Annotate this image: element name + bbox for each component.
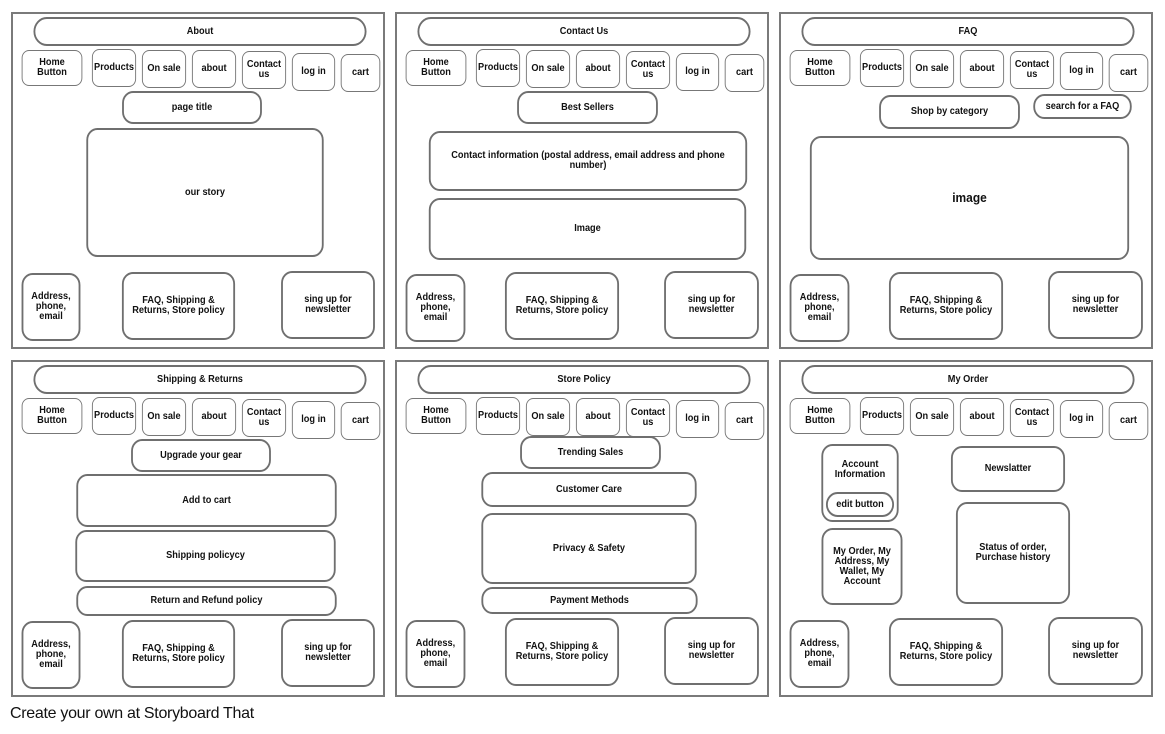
nav-about[interactable]: about [959, 398, 1005, 436]
panel-store-policy: Store Policy Home Button Products On sal… [395, 360, 769, 697]
nav-on-sale[interactable]: On sale [909, 50, 955, 88]
nav-home-button[interactable]: Home Button [789, 50, 851, 86]
nav-about[interactable]: about [191, 50, 237, 88]
payment-methods-box: Payment Methods [481, 587, 698, 614]
customer-care-box: Customer Care [481, 472, 697, 507]
page-header-title: My Order [801, 365, 1135, 394]
upgrade-gear-box[interactable]: Upgrade your gear [131, 439, 271, 472]
best-sellers-box[interactable]: Best Sellers [517, 91, 658, 124]
nav-home-button[interactable]: Home Button [21, 50, 83, 86]
add-to-cart-box[interactable]: Add to cart [76, 474, 337, 527]
account-links-box[interactable]: My Order, My Address, My Wallet, My Acco… [821, 528, 903, 605]
page-header-title: Shipping & Returns [33, 365, 367, 394]
newsletter-box[interactable]: Newslatter [950, 446, 1066, 492]
nav-contact-us[interactable]: Contact us [1009, 51, 1055, 89]
nav-contact-us[interactable]: Contact us [1009, 399, 1055, 437]
nav-home-button[interactable]: Home Button [405, 50, 467, 86]
storyboard-credit-link[interactable]: Create your own at Storyboard That [10, 705, 254, 723]
newsletter-signup-box[interactable]: sing up for newsletter [281, 271, 375, 339]
footer-links-box[interactable]: FAQ, Shipping & Returns, Store policy [121, 272, 236, 340]
nav-about[interactable]: about [959, 50, 1005, 88]
nav-products[interactable]: Products [475, 397, 521, 435]
account-information-label: Account Information [834, 459, 886, 480]
panel-contact-us: Contact Us Home Button Products On sale … [395, 12, 769, 349]
edit-button[interactable]: edit button [825, 492, 895, 517]
nav-cart[interactable]: cart [1108, 402, 1149, 440]
newsletter-signup-box[interactable]: sing up for newsletter [281, 619, 375, 687]
footer-links-box[interactable]: FAQ, Shipping & Returns, Store policy [504, 618, 620, 686]
return-refund-policy-box: Return and Refund policy [76, 586, 337, 616]
nav-products[interactable]: Products [91, 397, 137, 435]
nav-log-in[interactable]: log in [675, 53, 720, 91]
nav-log-in[interactable]: log in [1059, 52, 1104, 90]
nav-about[interactable]: about [191, 398, 237, 436]
image-placeholder: Image [428, 198, 747, 260]
shop-by-category-box[interactable]: Shop by category [879, 95, 1020, 129]
nav-contact-us[interactable]: Contact us [241, 399, 287, 437]
nav-products[interactable]: Products [859, 397, 905, 435]
footer-contact-box: Address, phone, email [21, 273, 81, 341]
image-placeholder: image [809, 136, 1130, 260]
footer-links-box[interactable]: FAQ, Shipping & Returns, Store policy [504, 272, 620, 340]
search-faq-box[interactable]: search for a FAQ [1033, 94, 1132, 119]
panel-shipping-returns: Shipping & Returns Home Button Products … [11, 360, 385, 697]
nav-cart[interactable]: cart [724, 54, 765, 92]
nav-on-sale[interactable]: On sale [525, 398, 571, 436]
nav-contact-us[interactable]: Contact us [625, 399, 671, 437]
nav-about[interactable]: about [575, 398, 621, 436]
panel-about: About Home Button Products On sale about… [11, 12, 385, 349]
panel-my-order: My Order Home Button Products On sale ab… [779, 360, 1153, 697]
nav-cart[interactable]: cart [724, 402, 765, 440]
nav-log-in[interactable]: log in [1059, 400, 1104, 438]
footer-contact-box: Address, phone, email [405, 274, 466, 342]
nav-cart[interactable]: cart [1108, 54, 1149, 92]
nav-products[interactable]: Products [91, 49, 137, 87]
nav-home-button[interactable]: Home Button [21, 398, 83, 434]
footer-contact-box: Address, phone, email [405, 620, 466, 688]
newsletter-signup-box[interactable]: sing up for newsletter [664, 271, 759, 339]
nav-contact-us[interactable]: Contact us [241, 51, 287, 89]
footer-links-box[interactable]: FAQ, Shipping & Returns, Store policy [121, 620, 236, 688]
privacy-safety-box: Privacy & Safety [481, 513, 697, 584]
nav-about[interactable]: about [575, 50, 621, 88]
nav-products[interactable]: Products [859, 49, 905, 87]
page-header-title: Contact Us [417, 17, 751, 46]
shipping-policy-box: Shipping policycy [75, 530, 336, 582]
nav-on-sale[interactable]: On sale [141, 50, 187, 88]
footer-contact-box: Address, phone, email [21, 621, 81, 689]
page-header-title: FAQ [801, 17, 1135, 46]
nav-log-in[interactable]: log in [291, 53, 336, 91]
footer-links-box[interactable]: FAQ, Shipping & Returns, Store policy [888, 272, 1004, 340]
nav-products[interactable]: Products [475, 49, 521, 87]
nav-on-sale[interactable]: On sale [525, 50, 571, 88]
our-story-box: our story [86, 128, 324, 257]
footer-contact-box: Address, phone, email [789, 620, 850, 688]
contact-information-box: Contact information (postal address, ema… [428, 131, 748, 191]
nav-cart[interactable]: cart [340, 402, 381, 440]
page-title-box: page title [122, 91, 262, 124]
newsletter-signup-box[interactable]: sing up for newsletter [1048, 617, 1143, 685]
nav-log-in[interactable]: log in [675, 400, 720, 438]
order-status-box: Status of order, Purchase history [955, 502, 1071, 604]
page-header-title: Store Policy [417, 365, 751, 394]
nav-on-sale[interactable]: On sale [909, 398, 955, 436]
newsletter-signup-box[interactable]: sing up for newsletter [664, 617, 759, 685]
page-header-title: About [33, 17, 367, 46]
nav-home-button[interactable]: Home Button [405, 398, 467, 434]
nav-contact-us[interactable]: Contact us [625, 51, 671, 89]
nav-on-sale[interactable]: On sale [141, 398, 187, 436]
nav-log-in[interactable]: log in [291, 401, 336, 439]
panel-faq: FAQ Home Button Products On sale about C… [779, 12, 1153, 349]
footer-contact-box: Address, phone, email [789, 274, 850, 342]
nav-cart[interactable]: cart [340, 54, 381, 92]
footer-links-box[interactable]: FAQ, Shipping & Returns, Store policy [888, 618, 1004, 686]
newsletter-signup-box[interactable]: sing up for newsletter [1048, 271, 1143, 339]
nav-home-button[interactable]: Home Button [789, 398, 851, 434]
trending-sales-box[interactable]: Trending Sales [520, 436, 661, 469]
